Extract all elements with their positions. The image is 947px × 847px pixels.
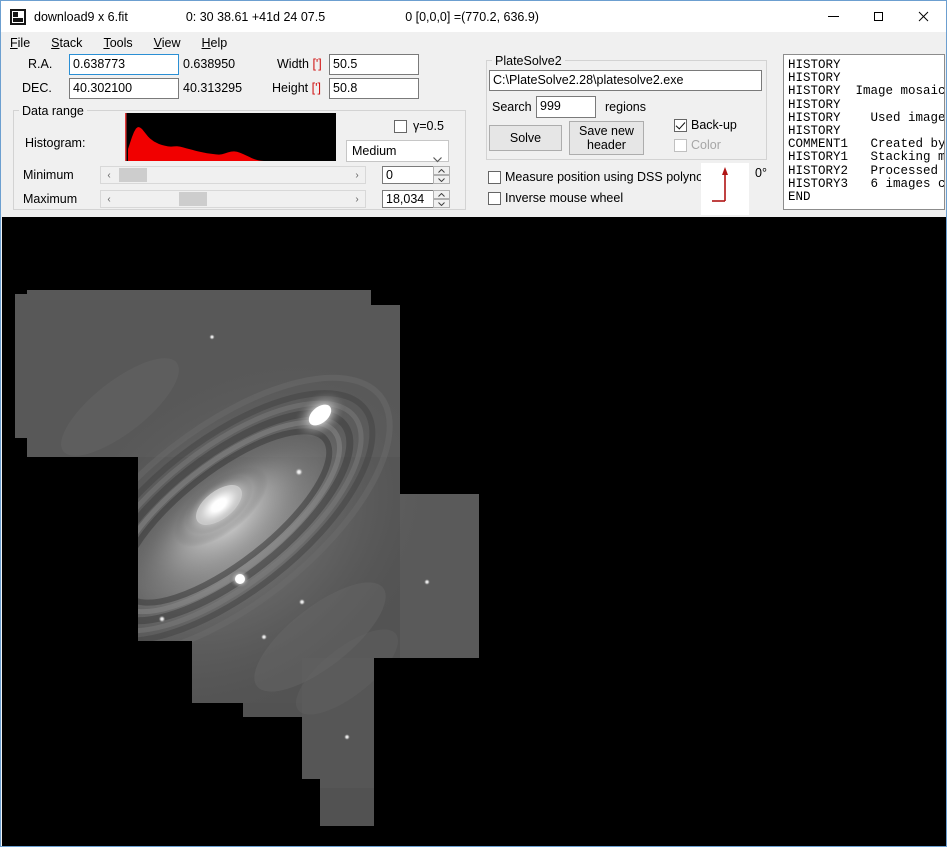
minimum-slider[interactable]: ‹ › (100, 166, 366, 184)
maximum-spin-down[interactable] (433, 199, 450, 208)
maximum-value-input[interactable]: 18,034 (382, 190, 434, 208)
stretch-mode-select[interactable]: Medium (346, 140, 449, 162)
maximum-slider[interactable]: ‹ › (100, 190, 366, 208)
width-input[interactable]: 50.5 (329, 54, 419, 75)
inverse-mouse-wheel-checkbox[interactable] (488, 192, 501, 205)
chevron-down-icon (433, 149, 441, 154)
minimum-spin-up[interactable] (433, 166, 450, 175)
fits-header-viewer[interactable]: HISTORY HISTORY HISTORY Image mosaic HIS… (783, 54, 945, 210)
platesolve-exe-path-input[interactable]: C:\PlateSolve2.28\platesolve2.exe (489, 70, 762, 91)
minimize-icon[interactable] (811, 1, 856, 32)
backup-checkbox[interactable] (674, 119, 687, 132)
application-window: download9 x 6.fit 0: 30 38.61 +41d 24 07… (0, 0, 947, 847)
maximize-icon[interactable] (856, 1, 901, 32)
dec-input[interactable]: 40.302100 (69, 78, 179, 99)
image-canvas[interactable] (2, 217, 946, 847)
mosaic-image (2, 217, 946, 847)
minimum-slider-left-arrow[interactable]: ‹ (101, 167, 117, 183)
window-title: download9 x 6.fit (34, 10, 128, 24)
menu-item-file[interactable]: File (10, 36, 30, 50)
menu-accel-view: V (154, 36, 162, 50)
height-label: Height ['] (272, 81, 321, 95)
menu-rest-file: ile (18, 36, 31, 50)
menu-accel-stack: S (51, 36, 59, 50)
platesolve-group-label: PlateSolve2 (492, 54, 565, 68)
search-label: Search (492, 100, 532, 114)
height-unit: ['] (312, 81, 321, 95)
minimum-slider-thumb[interactable] (119, 168, 147, 182)
menu-rest-tools: ools (110, 36, 133, 50)
menu-rest-stack: tack (60, 36, 83, 50)
maximum-slider-left-arrow[interactable]: ‹ (101, 191, 117, 207)
inverse-mouse-wheel-label: Inverse mouse wheel (505, 191, 623, 205)
color-checkbox[interactable] (674, 139, 687, 152)
backup-label: Back-up (691, 118, 737, 132)
menu-rest-view: iew (162, 36, 181, 50)
maximum-slider-right-arrow[interactable]: › (349, 191, 365, 207)
height-input[interactable]: 50.8 (329, 78, 419, 99)
dss-polynome-checkbox[interactable] (488, 171, 501, 184)
fits-header-text: HISTORY HISTORY HISTORY Image mosaic HIS… (788, 58, 945, 204)
regions-label: regions (605, 100, 646, 114)
cursor-sky-coordinates: 0: 30 38.61 +41d 24 07.5 (186, 10, 325, 24)
ra-input[interactable]: 0.638773 (69, 54, 179, 75)
menu-accel-help: H (202, 36, 211, 50)
orientation-compass (701, 163, 749, 215)
control-panel: R.A. 0.638773 0.638950 DEC. 40.302100 40… (1, 53, 946, 217)
minimum-slider-right-arrow[interactable]: › (349, 167, 365, 183)
stretch-mode-value: Medium (352, 144, 396, 158)
histogram-display[interactable] (125, 113, 336, 161)
dss-polynome-label: Measure position using DSS polynome (505, 170, 720, 184)
color-label: Color (691, 138, 721, 152)
minimum-label: Minimum (23, 168, 74, 182)
window-controls (811, 1, 946, 32)
close-icon[interactable] (901, 1, 946, 32)
ra-solved-value: 0.638950 (183, 57, 235, 71)
search-regions-input[interactable]: 999 (536, 96, 596, 118)
menu-bar: File Stack Tools View Help (1, 32, 946, 53)
menu-item-help[interactable]: Help (202, 36, 228, 50)
dec-label: DEC. (22, 81, 52, 95)
width-label-text: Width (277, 57, 309, 71)
ra-label: R.A. (28, 57, 52, 71)
solve-button[interactable]: Solve (489, 125, 562, 151)
menu-item-view[interactable]: View (154, 36, 181, 50)
cursor-pixel-value: 0 [0,0,0] =(770.2, 636.9) (405, 10, 539, 24)
dec-solved-value: 40.313295 (183, 81, 242, 95)
gamma-label: γ=0.5 (413, 119, 444, 133)
menu-rest-help: elp (211, 36, 228, 50)
width-unit: ['] (312, 57, 321, 71)
height-label-text: Height (272, 81, 308, 95)
save-new-header-button[interactable]: Save new header (569, 121, 644, 155)
app-icon (10, 9, 26, 25)
title-bar: download9 x 6.fit 0: 30 38.61 +41d 24 07… (1, 1, 946, 32)
menu-accel-file: F (10, 36, 18, 50)
maximum-spin-up[interactable] (433, 190, 450, 199)
rotation-angle-label: 0° (755, 166, 767, 180)
menu-item-stack[interactable]: Stack (51, 36, 82, 50)
maximum-label: Maximum (23, 192, 77, 206)
histogram-label: Histogram: (25, 136, 85, 150)
minimum-spin-down[interactable] (433, 175, 450, 184)
menu-item-tools[interactable]: Tools (103, 36, 132, 50)
width-label: Width ['] (277, 57, 322, 71)
data-range-group-label: Data range (19, 104, 87, 118)
minimum-value-input[interactable]: 0 (382, 166, 434, 184)
gamma-checkbox[interactable] (394, 120, 407, 133)
maximum-slider-thumb[interactable] (179, 192, 207, 206)
